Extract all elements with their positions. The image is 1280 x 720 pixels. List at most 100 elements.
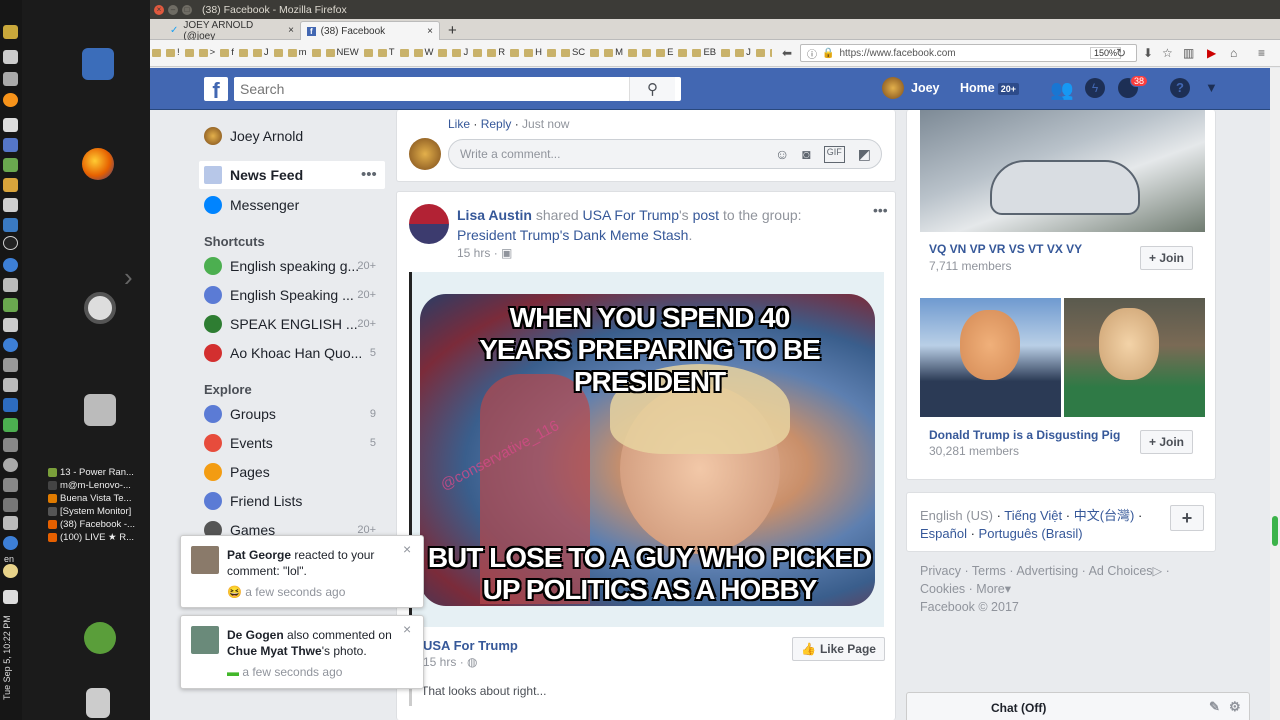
group-link[interactable]: President Trump's Dank Meme Stash [457,227,688,243]
shared-page-link[interactable]: USA For Trump [423,638,518,653]
window-titlebar[interactable]: × – □ (38) Facebook - Mozilla Firefox [150,0,1280,19]
bitcoin-icon[interactable] [3,93,18,107]
gear-icon[interactable]: ⚙ [1229,699,1241,715]
help-icon[interactable]: ? [1170,78,1190,98]
close-tab-icon[interactable]: × [288,25,294,36]
url-bar[interactable]: ⓘ 🔒 https://www.facebook.com [800,44,1137,62]
task-item[interactable]: (100) LIVE ★ R... [48,531,148,544]
bookmark-item[interactable] [755,48,765,57]
launcher-icon[interactable] [3,318,18,332]
comment-input[interactable]: Write a comment... ☺ ◙ GIF ◩ [448,139,882,169]
shared-post-timestamp[interactable]: 15 hrs · ◍ [423,655,478,669]
launcher-icon[interactable] [3,158,18,172]
launcher-icon[interactable] [3,298,18,312]
author-link[interactable]: Lisa Austin [457,207,532,223]
group-cover-image[interactable] [1064,298,1205,417]
launcher-icon[interactable] [3,258,18,272]
launcher-icon[interactable] [3,338,18,352]
document-icon[interactable] [82,48,114,80]
sidebar-item[interactable]: SPEAK ENGLISH ... 20+ [204,315,376,333]
launcher-icon[interactable] [3,278,18,292]
library-icon[interactable]: ▥ [1183,46,1194,60]
bookmark-item[interactable] [473,48,483,57]
join-group-button[interactable]: + Join [1140,430,1194,454]
facebook-logo-icon[interactable]: f [204,77,228,101]
avatar[interactable] [409,204,449,244]
info-icon[interactable]: ⓘ [807,46,817,61]
bookmark-item[interactable]: f [220,47,234,58]
minimize-window-icon[interactable]: – [168,4,178,15]
bookmark-item[interactable]: T [377,47,395,58]
bookmark-item[interactable]: J [452,47,468,58]
bookmark-item[interactable] [546,48,556,57]
post-options-icon[interactable]: ••• [873,202,888,218]
launcher-icon[interactable] [3,118,18,132]
bookmark-item[interactable]: NEW [325,47,359,58]
bookmark-item[interactable] [510,48,520,57]
group-cover-image[interactable] [920,298,1061,417]
sticker-icon[interactable]: ◩ [858,146,871,163]
add-language-button[interactable]: + [1170,505,1204,531]
bookmark-item[interactable]: BTC [769,47,772,58]
obs-icon[interactable] [3,236,18,250]
reload-icon[interactable]: ↻ [1116,46,1126,60]
bookmark-star-icon[interactable]: ☆ [1162,46,1173,60]
task-item[interactable]: 13 - Power Ran... [48,466,148,479]
more-options-icon[interactable]: ••• [361,166,377,183]
shared-meme-image[interactable]: WHEN YOU SPEND 40 YEARS PREPARING TO BE … [409,272,884,627]
tab-joey-arnold[interactable]: ✓ JOEY ARNOLD (@joey × [164,20,300,42]
sidebar-item-messenger[interactable]: Messenger [204,196,299,214]
scrollbar-thumb[interactable] [1272,516,1278,546]
launcher-icon[interactable] [3,218,18,232]
launcher-icon[interactable] [3,50,18,64]
sidebar-item[interactable]: Events 5 [204,434,376,452]
notification-popup[interactable]: De Gogen also commented on Chue Myat Thw… [180,615,424,689]
bookmark-item[interactable] [238,48,248,57]
reply-link[interactable]: Reply [481,117,512,131]
bookmark-item[interactable] [273,48,283,57]
bookmark-item[interactable] [311,48,321,57]
gif-icon[interactable]: GIF [823,145,845,163]
emoji-icon[interactable]: ☺ [775,146,789,163]
bookmark-item[interactable] [399,48,409,57]
home-link[interactable]: Home 20+ [960,81,1020,95]
bookmark-item[interactable] [152,48,161,57]
launcher-icon[interactable] [3,564,18,578]
bookmark-item[interactable]: E [656,47,673,58]
group-cover-image[interactable] [920,110,1205,232]
camera-icon[interactable]: ◙ [802,146,810,163]
keyboard-indicator[interactable]: en [4,554,14,564]
like-page-button[interactable]: 👍 Like Page [792,637,885,661]
wifi-icon[interactable] [3,536,18,550]
bookmark-item[interactable]: H [524,47,542,58]
notification-popup[interactable]: Pat George reacted to your comment: "lol… [180,535,424,608]
launcher-icon[interactable] [3,378,18,392]
bookmark-item[interactable] [184,48,194,57]
bookmark-item[interactable] [721,48,731,57]
clock[interactable]: Tue Sep 5, 10:22 PM [2,600,20,700]
friend-requests-icon[interactable]: 👥 [1050,78,1074,102]
bookmark-item[interactable]: M [604,47,623,58]
launcher-icon[interactable] [3,458,18,472]
launcher-icon[interactable] [3,398,18,412]
back-icon[interactable]: ⬅ [782,46,792,60]
firefox-icon[interactable] [82,148,114,180]
post-timestamp[interactable]: 15 hrs · ▣ [457,246,512,260]
bookmark-item[interactable] [590,48,600,57]
sidebar-item[interactable]: English Speaking ... 20+ [204,286,376,304]
launcher-icon[interactable] [3,478,18,492]
bookmark-item[interactable]: R [487,47,505,58]
task-item[interactable]: m@m-Lenovo-... [48,479,148,492]
home-icon[interactable]: ⌂ [1230,46,1237,60]
sidebar-item[interactable]: Pages [204,463,376,481]
sidebar-item[interactable]: Ao Khoac Han Quo... 5 [204,344,376,362]
chevron-right-icon[interactable]: › [124,262,133,293]
bookmark-item[interactable]: ! [166,47,180,58]
launcher-icon[interactable] [3,438,18,452]
user-icon[interactable] [84,622,116,654]
bookmark-item[interactable] [628,48,638,57]
launcher-icon[interactable] [3,138,18,152]
task-item[interactable]: [System Monitor] [48,505,148,518]
bookmark-item[interactable]: J [735,47,751,58]
close-window-icon[interactable]: × [154,4,164,15]
